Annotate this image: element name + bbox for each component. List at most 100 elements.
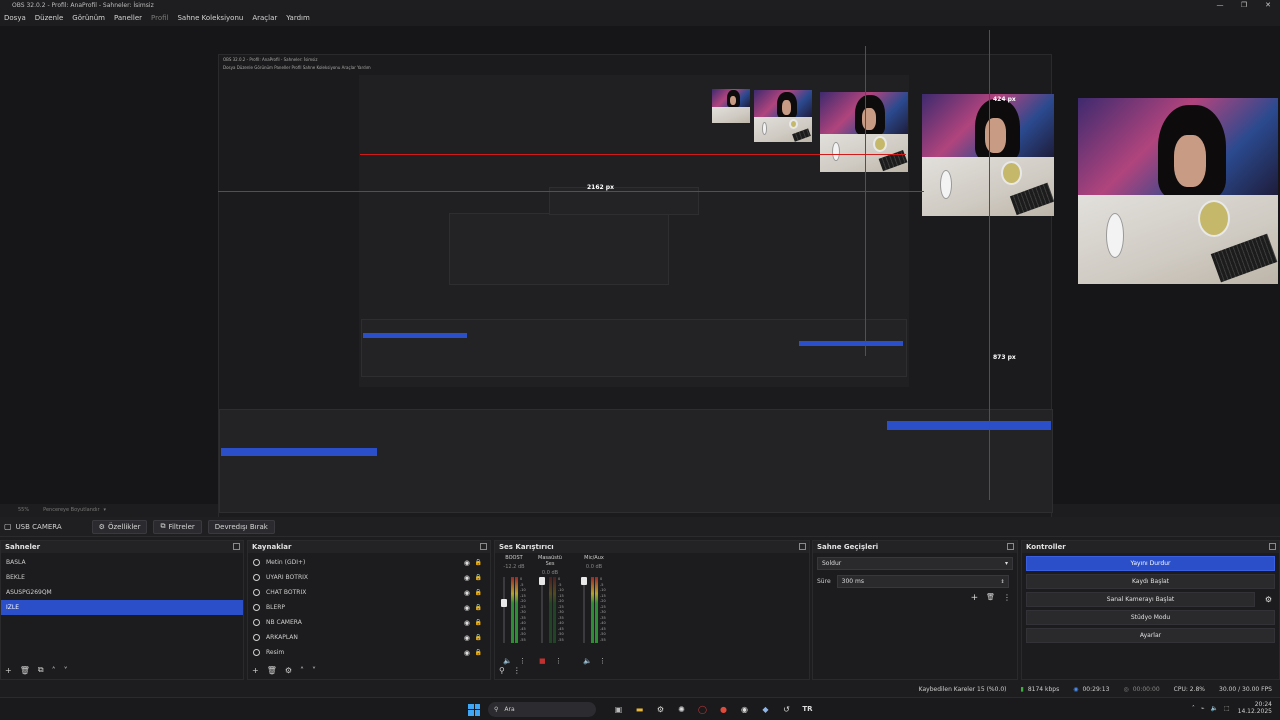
properties-button[interactable]: ⚙ Özellikler (91, 519, 148, 534)
muted-speaker-icon[interactable]: ■ (539, 657, 546, 665)
lock-icon[interactable]: 🔒 (475, 589, 482, 596)
deactivate-button[interactable]: Devredışı Bırak (207, 519, 275, 534)
stop-streaming-button[interactable]: Yayını Durdur (1026, 556, 1275, 571)
notification-icon[interactable]: ⬚ (1224, 705, 1230, 712)
lock-icon[interactable]: 🔒 (475, 574, 482, 581)
language-indicator[interactable]: TR (801, 703, 814, 716)
zoom-level[interactable]: 55% (18, 507, 29, 513)
settings-icon[interactable]: ⚙ (654, 703, 667, 716)
eye-icon[interactable]: ◉ (464, 649, 470, 657)
more-icon[interactable]: ⋮ (599, 657, 606, 665)
undock-icon[interactable] (799, 543, 806, 550)
volume-slider[interactable] (503, 577, 505, 643)
menu-file[interactable]: Dosya (4, 14, 26, 22)
task-view-icon[interactable]: ▣ (612, 703, 625, 716)
obs-icon[interactable]: ◉ (738, 703, 751, 716)
steam-icon[interactable]: ◆ (759, 703, 772, 716)
start-recording-button[interactable]: Kaydı Başlat (1026, 574, 1275, 589)
lock-icon[interactable]: 🔒 (475, 559, 482, 566)
maximize-button[interactable]: ❐ (1232, 0, 1256, 10)
volume-knob[interactable] (501, 599, 507, 607)
volume-slider[interactable] (583, 577, 585, 643)
chevron-down-icon[interactable]: ˅ (312, 666, 316, 675)
trash-icon[interactable]: 🗑 (267, 666, 277, 675)
volume-icon[interactable]: 🔈 (1210, 705, 1217, 712)
eye-icon[interactable]: ◉ (464, 619, 470, 627)
more-icon[interactable]: ⋮ (555, 657, 562, 665)
transition-select[interactable]: Soldur ▾ (817, 557, 1013, 570)
trash-icon[interactable]: 🗑 (986, 593, 995, 603)
chatgpt-icon[interactable]: ✺ (675, 703, 688, 716)
chevron-up-icon[interactable]: ˄ (1192, 705, 1195, 712)
minimize-button[interactable]: — (1208, 0, 1232, 10)
eye-icon[interactable]: ◉ (464, 589, 470, 597)
add-icon[interactable]: + (5, 666, 12, 675)
source-item[interactable]: Resim ◉ 🔒 (248, 645, 490, 660)
gear-icon[interactable]: ⚙ (1265, 595, 1272, 604)
clock[interactable]: 20:24 14.12.2025 (1238, 701, 1272, 715)
eye-icon[interactable]: ◉ (464, 559, 470, 567)
trash-icon[interactable]: 🗑 (20, 666, 30, 675)
speaker-icon[interactable]: 🔈 (583, 657, 592, 665)
menu-edit[interactable]: Düzenle (35, 14, 64, 22)
source-item[interactable]: ARKAPLAN ◉ 🔒 (248, 630, 490, 645)
eye-icon[interactable]: ◉ (464, 634, 470, 642)
source-item[interactable]: Metin (GDI+) ◉ 🔒 (248, 555, 490, 570)
scene-item[interactable]: BASLA (1, 555, 243, 570)
scene-item-selected[interactable]: IZLE (1, 600, 243, 615)
volume-slider[interactable] (541, 577, 543, 643)
source-item[interactable]: NB CAMERA ◉ 🔒 (248, 615, 490, 630)
source-item[interactable]: CHAT BOTRIX ◉ 🔒 (248, 585, 490, 600)
chevron-down-icon[interactable]: ˅ (64, 666, 68, 675)
lock-icon[interactable]: 🔒 (475, 604, 482, 611)
undock-icon[interactable] (480, 543, 487, 550)
menu-scene-collection[interactable]: Sahne Koleksiyonu (177, 14, 243, 22)
chevron-down-icon[interactable]: ▾ (104, 507, 107, 513)
source-item[interactable]: UYARI BOTRIX ◉ 🔒 (248, 570, 490, 585)
lock-icon[interactable]: 🔒 (475, 649, 482, 656)
add-icon[interactable]: + (971, 593, 979, 603)
settings-button[interactable]: Ayarlar (1026, 628, 1275, 643)
file-explorer-icon[interactable]: ▬ (633, 703, 646, 716)
opera-icon[interactable]: ◯ (696, 703, 709, 716)
scene-item[interactable]: BEKLE (1, 570, 243, 585)
windows-start-icon[interactable] (468, 703, 480, 716)
menu-help[interactable]: Yardım (286, 14, 310, 22)
chevron-up-icon[interactable]: ˄ (300, 666, 304, 675)
chrome-icon[interactable]: ● (717, 703, 730, 716)
filter-icon[interactable]: ⧉ (38, 665, 44, 675)
gear-icon[interactable]: ⚙ (285, 666, 292, 675)
menu-view[interactable]: Görünüm (72, 14, 105, 22)
close-button[interactable]: ✕ (1256, 0, 1280, 10)
undock-icon[interactable] (233, 543, 240, 550)
more-icon[interactable]: ⋮ (1003, 593, 1011, 603)
eye-icon[interactable]: ◉ (464, 604, 470, 612)
spin-icon[interactable]: ⇕ (1000, 579, 1004, 585)
add-icon[interactable]: + (252, 666, 259, 675)
undock-icon[interactable] (1269, 543, 1276, 550)
filters-button[interactable]: ⧉ Filtreler (153, 519, 202, 534)
link-icon[interactable]: ⚲ (499, 666, 505, 675)
preview-canvas[interactable]: OBS 32.0.2 - Profil: AnaProfil - Sahnele… (0, 26, 1280, 528)
virtual-camera-button[interactable]: Sanal Kamerayı Başlat ⚙ (1026, 592, 1272, 607)
menu-profile[interactable]: Profil (151, 14, 168, 22)
db-scale: 0 -5 -10 -15 -20 -25 -30 -35 -40 -45 -50 -55 (600, 577, 606, 642)
app-icon[interactable]: ↺ (780, 703, 793, 716)
volume-knob[interactable] (539, 577, 545, 585)
lock-icon[interactable]: 🔒 (475, 634, 482, 641)
eye-icon[interactable]: ◉ (464, 574, 470, 582)
undock-icon[interactable] (1007, 543, 1014, 550)
lock-icon[interactable]: 🔒 (475, 619, 482, 626)
duration-input[interactable]: 300 ms ⇕ (836, 575, 1009, 588)
menu-tools[interactable]: Araçlar (252, 14, 277, 22)
taskbar-search[interactable]: ⚲ Ara (488, 702, 596, 717)
chevron-up-icon[interactable]: ˄ (52, 666, 56, 675)
network-icon[interactable]: ⌁ (1201, 705, 1205, 712)
scene-item[interactable]: ASUSPG269QM (1, 585, 243, 600)
more-icon[interactable]: ⋮ (513, 666, 521, 675)
menu-docks[interactable]: Paneller (114, 14, 142, 22)
fit-to-window[interactable]: Pencereye Boyutlandır (43, 507, 99, 513)
source-item[interactable]: BLERP ◉ 🔒 (248, 600, 490, 615)
volume-knob[interactable] (581, 577, 587, 585)
studio-mode-button[interactable]: Stüdyo Modu (1026, 610, 1275, 625)
